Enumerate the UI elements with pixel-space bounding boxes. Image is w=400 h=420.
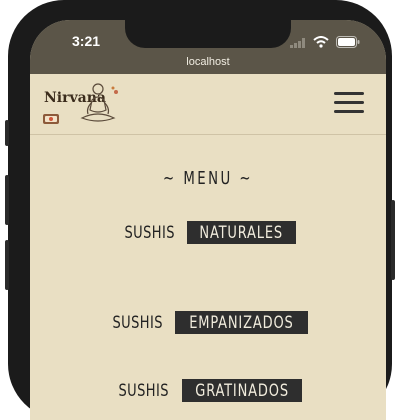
notch: [125, 20, 291, 48]
menu-title: ~ MENU ~: [163, 168, 253, 189]
meditation-figure-icon: [80, 83, 118, 122]
menu-item-prefix: SUSHIS: [124, 223, 176, 243]
menu-item-tag: GRATINADOS: [181, 379, 302, 402]
decorative-sushi-icon: [43, 114, 59, 124]
address-bar-url[interactable]: localhost: [30, 56, 386, 68]
cellular-signal-icon: [290, 35, 306, 53]
hamburger-menu-icon[interactable]: [334, 92, 366, 114]
status-bar: 3:21 localhost: [30, 20, 386, 74]
status-time: 3:21: [72, 33, 101, 49]
wifi-icon: [313, 35, 329, 53]
menu-item-prefix: SUSHIS: [118, 381, 170, 401]
phone-side-button: [5, 120, 9, 146]
phone-frame: 3:21 localhost Nirvana ~ MENU ~ SUSHIS N…: [5, 0, 395, 420]
menu-item-tag: NATURALES: [187, 221, 296, 244]
phone-volume-down-button: [5, 240, 9, 290]
phone-power-button: [391, 200, 395, 280]
menu-item-tag: EMPANIZADOS: [175, 311, 309, 334]
status-icons: [290, 35, 360, 53]
menu-item-sushis-empanizados[interactable]: SUSHIS EMPANIZADOS: [30, 311, 386, 334]
phone-volume-up-button: [5, 175, 9, 225]
battery-icon: [336, 35, 360, 53]
nirvana-logo[interactable]: Nirvana: [42, 80, 122, 130]
menu-item-sushis-naturales[interactable]: SUSHIS NATURALES: [30, 221, 386, 244]
site-header: Nirvana: [30, 74, 386, 135]
menu-item-prefix: SUSHIS: [112, 313, 163, 333]
page-content: Nirvana ~ MENU ~ SUSHIS NATURALES SUSHIS…: [30, 74, 386, 420]
menu-item-sushis-gratinados[interactable]: SUSHIS GRATINADOS: [30, 379, 386, 402]
phone-screen: 3:21 localhost Nirvana ~ MENU ~ SUSHIS N…: [30, 20, 386, 420]
